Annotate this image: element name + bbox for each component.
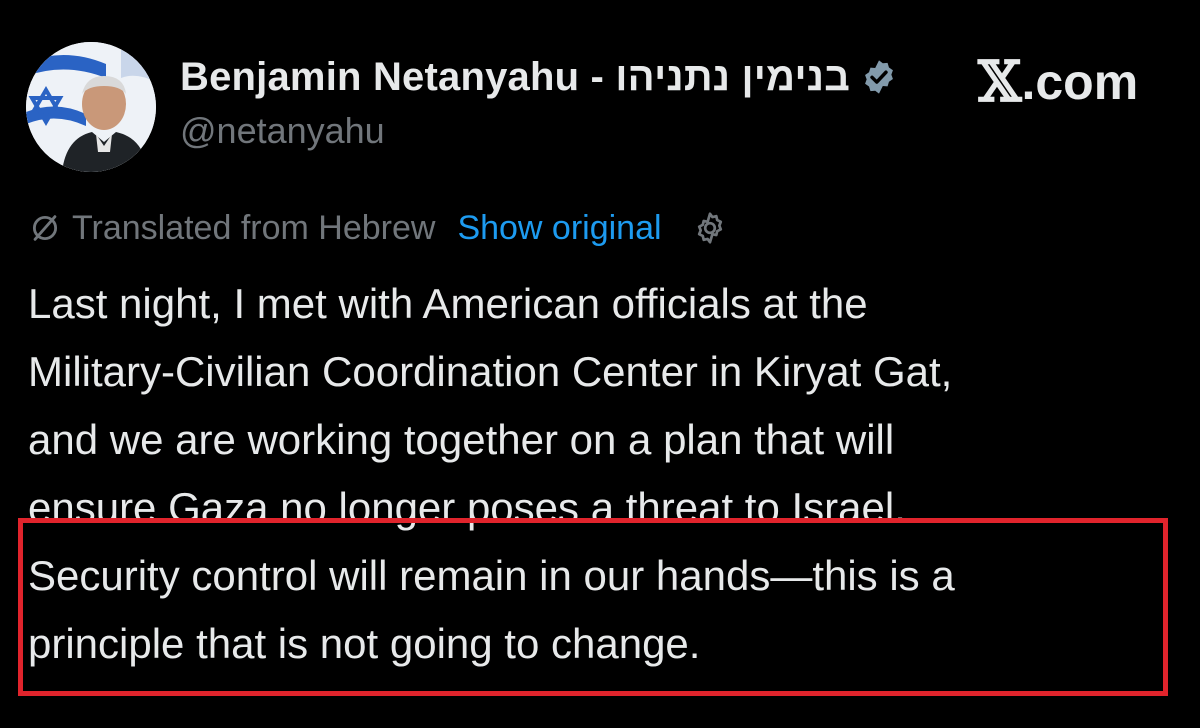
- brand-domain: .com: [1021, 54, 1139, 110]
- author-name-row[interactable]: Benjamin Netanyahu - בנימין נתניהו: [180, 52, 898, 102]
- tweet-line: Last night, I met with American official…: [28, 280, 868, 327]
- tweet-line: and we are working together on a plan th…: [28, 416, 895, 463]
- gear-icon[interactable]: [692, 210, 728, 246]
- display-name[interactable]: Benjamin Netanyahu - בנימין נתניהו: [180, 55, 850, 100]
- show-original-link[interactable]: Show original: [457, 209, 661, 248]
- tweet-body: Last night, I met with American official…: [28, 270, 1188, 678]
- tweet-line-highlighted: Security control will remain in our hand…: [28, 552, 955, 599]
- translated-note: Translated from Hebrew: [72, 208, 436, 247]
- tweet-line: Military-Civilian Coordination Center in…: [28, 348, 953, 395]
- author-handle[interactable]: @netanyahu: [180, 110, 385, 152]
- x-com-watermark: 𝕏 .com: [978, 52, 1138, 112]
- translate-slash-icon: [28, 211, 62, 245]
- avatar[interactable]: [26, 42, 156, 172]
- profile-photo: [26, 42, 156, 172]
- x-logo-icon: 𝕏: [978, 49, 1022, 115]
- tweet-card: Benjamin Netanyahu - בנימין נתניהו @neta…: [0, 0, 1200, 728]
- tweet-line: ensure Gaza no longer poses a threat to …: [28, 484, 906, 531]
- translation-bar: Translated from Hebrew Show original: [28, 206, 728, 250]
- verified-badge-icon: [860, 58, 898, 96]
- tweet-line-highlighted: principle that is not going to change.: [28, 620, 701, 667]
